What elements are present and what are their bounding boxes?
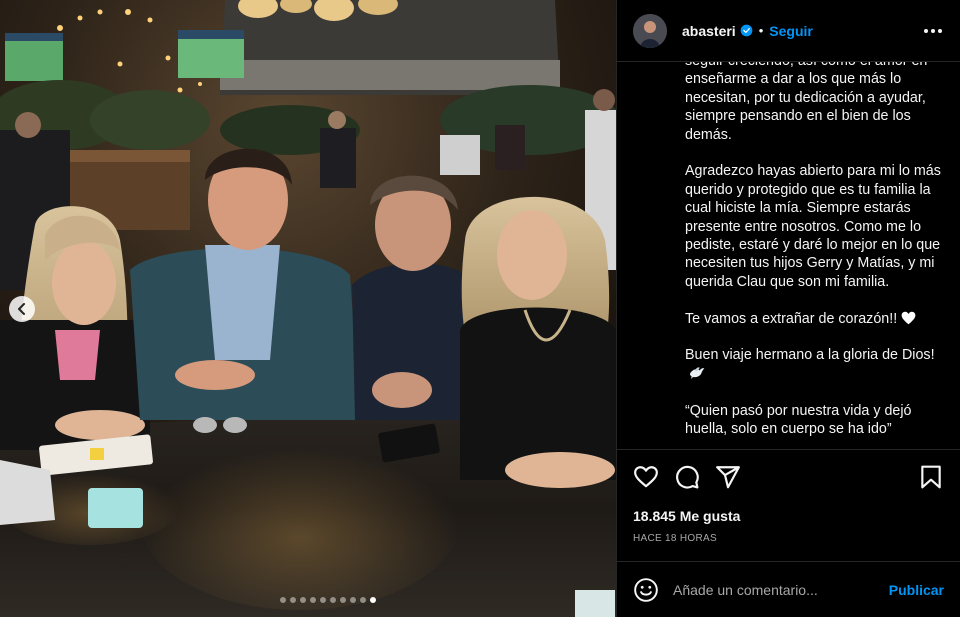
bookmark-icon[interactable] bbox=[918, 464, 944, 490]
carousel-dot bbox=[310, 597, 316, 603]
avatar[interactable] bbox=[633, 13, 667, 48]
emoji-icon[interactable] bbox=[633, 577, 659, 603]
carousel-dot bbox=[370, 597, 376, 603]
carousel-dot bbox=[290, 597, 296, 603]
carousel-dot bbox=[360, 597, 366, 603]
caption-text: Te vamos a extrañar de corazón!! bbox=[685, 310, 898, 327]
comment-bar: Publicar bbox=[617, 561, 960, 617]
post-actions: 18.845 Me gusta HACE 18 HORAS bbox=[617, 449, 960, 544]
like-count[interactable]: 18.845 Me gusta bbox=[633, 505, 944, 527]
post-media[interactable] bbox=[0, 0, 616, 617]
username[interactable]: abasteri bbox=[682, 23, 736, 39]
caption-paragraph: Te vamos a extrañar de corazón!! bbox=[685, 310, 944, 328]
carousel-dot bbox=[330, 597, 336, 603]
caption-paragraph: Buen viaje hermano a la gloria de Dios! bbox=[685, 346, 944, 383]
post-header: abasteri • Seguir bbox=[617, 0, 960, 62]
chevron-left-icon bbox=[18, 303, 25, 315]
caption-paragraph: “Quien pasó por nuestra vida y dejó huel… bbox=[685, 402, 912, 438]
carousel-dot bbox=[340, 597, 346, 603]
avatar-image bbox=[633, 13, 667, 48]
post-sidebar: abasteri • Seguir seguir creciendo, así … bbox=[616, 0, 960, 617]
caption-paragraph: seguir creciendo, así como el amor en en… bbox=[685, 62, 927, 143]
white-heart-icon bbox=[901, 311, 916, 324]
share-icon[interactable] bbox=[715, 464, 741, 490]
more-options-icon[interactable] bbox=[922, 23, 944, 39]
post-photo bbox=[0, 0, 616, 617]
caption-paragraph: Agradezco hayas abierto para mi lo más q… bbox=[685, 163, 941, 290]
carousel-prev-button[interactable] bbox=[9, 296, 35, 322]
heart-icon[interactable] bbox=[633, 464, 659, 490]
carousel-indicator bbox=[0, 597, 616, 603]
comment-icon[interactable] bbox=[674, 464, 700, 490]
caption-text: Buen viaje hermano a la gloria de Dios! bbox=[685, 347, 935, 364]
dove-icon bbox=[690, 367, 705, 379]
verified-badge-icon bbox=[740, 24, 753, 37]
carousel-dot bbox=[300, 597, 306, 603]
carousel-dot bbox=[320, 597, 326, 603]
action-icons-row bbox=[633, 450, 944, 504]
carousel-dot bbox=[350, 597, 356, 603]
follow-button[interactable]: Seguir bbox=[769, 23, 813, 39]
carousel-dot bbox=[280, 597, 286, 603]
post-caption: seguir creciendo, así como el amor en en… bbox=[617, 62, 960, 449]
comment-input[interactable] bbox=[673, 581, 889, 598]
publish-button[interactable]: Publicar bbox=[889, 582, 944, 598]
header-separator: • bbox=[758, 23, 764, 38]
instagram-post: abasteri • Seguir seguir creciendo, así … bbox=[0, 0, 960, 617]
post-timestamp[interactable]: HACE 18 HORAS bbox=[633, 533, 944, 544]
